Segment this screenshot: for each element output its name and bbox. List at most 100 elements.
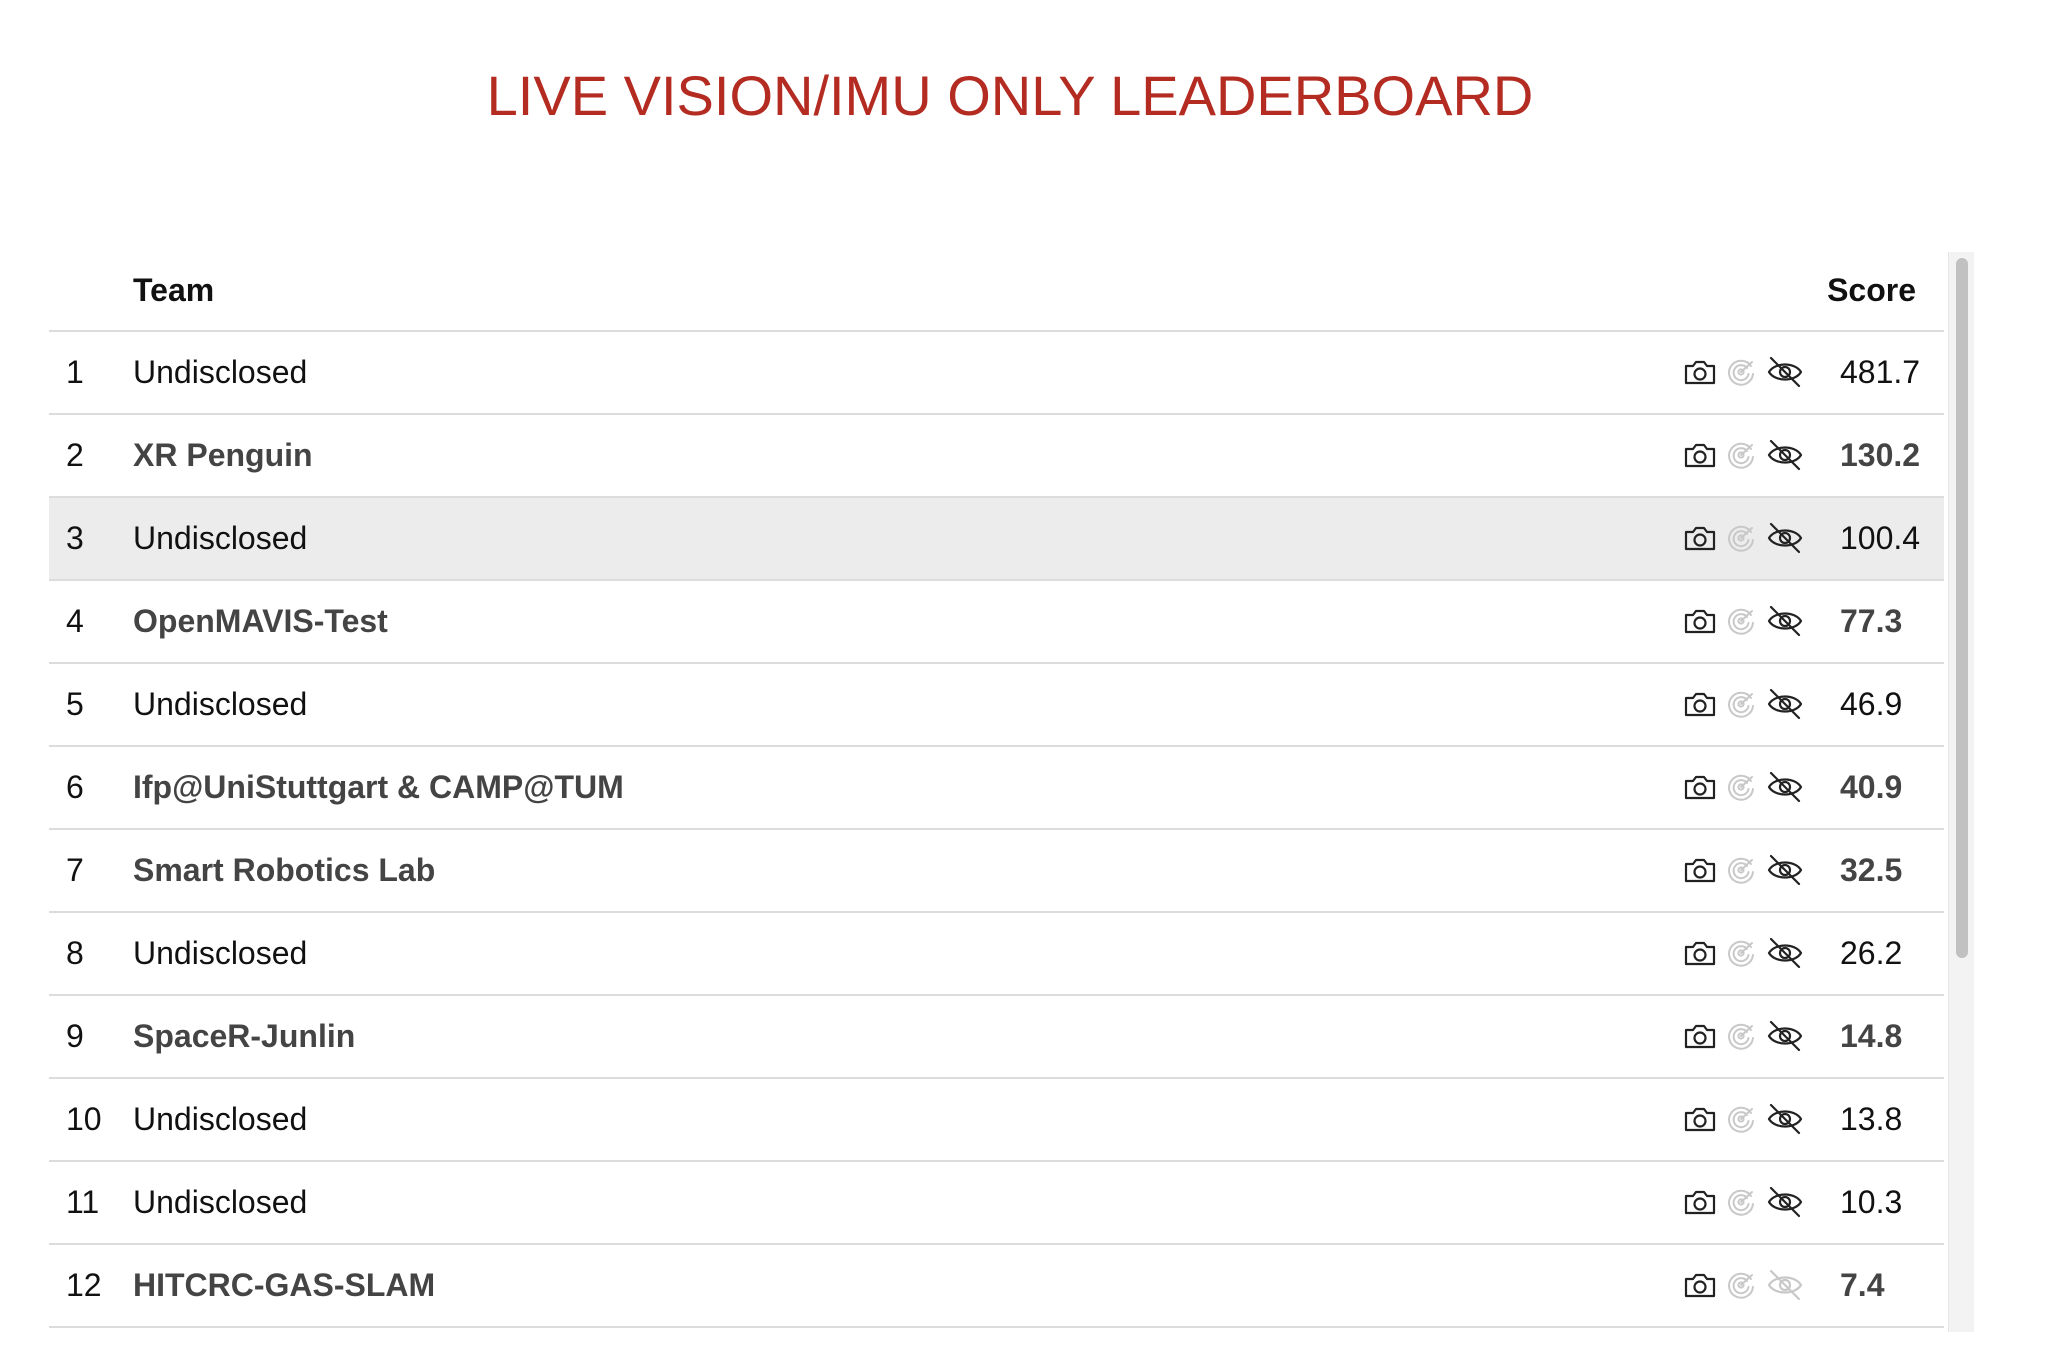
sensor-icons bbox=[1683, 1184, 1813, 1220]
rank-cell: 8 bbox=[66, 935, 84, 971]
camera-icon bbox=[1683, 689, 1717, 719]
sensor-icons bbox=[1683, 852, 1813, 888]
camera-icon bbox=[1683, 1270, 1717, 1300]
eye-off-icon bbox=[1765, 604, 1805, 638]
sensor-icons bbox=[1683, 1018, 1813, 1054]
page-title: LIVE VISION/IMU ONLY LEADERBOARD bbox=[486, 64, 1534, 127]
team-name-cell[interactable]: OpenMAVIS-Test bbox=[133, 603, 388, 640]
rank-cell: 12 bbox=[66, 1267, 102, 1303]
score-cell: 10.3 bbox=[1840, 1184, 1903, 1220]
rank-cell: 3 bbox=[66, 520, 84, 556]
eye-off-icon bbox=[1765, 687, 1805, 721]
sensor-icons bbox=[1683, 686, 1813, 722]
sensor-icons bbox=[1683, 1101, 1813, 1137]
imu-sensor-icon bbox=[1725, 937, 1757, 969]
team-name-cell[interactable]: Smart Robotics Lab bbox=[133, 852, 435, 889]
imu-sensor-icon bbox=[1725, 1269, 1757, 1301]
table-row[interactable]: 5 Undisclosed 46.9 bbox=[49, 664, 1944, 747]
eye-off-icon bbox=[1765, 1102, 1805, 1136]
eye-off-icon bbox=[1765, 355, 1805, 389]
rank-cell: 9 bbox=[66, 1018, 84, 1054]
imu-sensor-icon bbox=[1725, 605, 1757, 637]
camera-icon bbox=[1683, 938, 1717, 968]
table-row[interactable]: 11 Undisclosed 10.3 bbox=[49, 1162, 1944, 1245]
sensor-icons bbox=[1683, 935, 1813, 971]
camera-icon bbox=[1683, 855, 1717, 885]
scrollbar[interactable] bbox=[1948, 252, 1974, 1332]
table-row[interactable]: 2 XR Penguin 130.2 bbox=[49, 415, 1944, 498]
team-name-cell[interactable]: SpaceR-Junlin bbox=[133, 1018, 355, 1055]
rank-cell: 10 bbox=[66, 1101, 102, 1137]
imu-sensor-icon bbox=[1725, 356, 1757, 388]
sensor-icons bbox=[1683, 769, 1813, 805]
camera-icon bbox=[1683, 1104, 1717, 1134]
rank-cell: 2 bbox=[66, 437, 84, 473]
team-name-cell: Undisclosed bbox=[133, 1184, 308, 1220]
team-name-cell: Undisclosed bbox=[133, 520, 308, 556]
team-name-cell: Undisclosed bbox=[133, 935, 308, 971]
team-name-cell[interactable]: Ifp@UniStuttgart & CAMP@TUM bbox=[133, 769, 624, 806]
imu-sensor-icon bbox=[1725, 1020, 1757, 1052]
rank-cell: 7 bbox=[66, 852, 84, 888]
rank-cell: 4 bbox=[66, 603, 84, 639]
score-cell: 14.8 bbox=[1840, 1018, 1903, 1054]
team-name-cell: Undisclosed bbox=[133, 1101, 308, 1137]
table-row[interactable]: 12 HITCRC-GAS-SLAM 7.4 bbox=[49, 1245, 1944, 1328]
score-cell: 130.2 bbox=[1840, 437, 1921, 473]
table-body: 1 Undisclosed 481.7 2 XR Penguin 130.2 3 Undisc… bbox=[49, 332, 1944, 1328]
camera-icon bbox=[1683, 523, 1717, 553]
eye-off-icon bbox=[1765, 1019, 1805, 1053]
camera-icon bbox=[1683, 440, 1717, 470]
table-row[interactable]: 6 Ifp@UniStuttgart & CAMP@TUM 40.9 bbox=[49, 747, 1944, 830]
rank-cell: 6 bbox=[66, 769, 84, 805]
eye-off-icon bbox=[1765, 438, 1805, 472]
imu-sensor-icon bbox=[1725, 688, 1757, 720]
team-name-cell[interactable]: XR Penguin bbox=[133, 437, 313, 474]
sensor-icons bbox=[1683, 603, 1813, 639]
table-row[interactable]: 3 Undisclosed 100.4 bbox=[49, 498, 1944, 581]
imu-sensor-icon bbox=[1725, 522, 1757, 554]
imu-sensor-icon bbox=[1725, 1186, 1757, 1218]
rank-cell: 1 bbox=[66, 354, 84, 390]
score-cell: 40.9 bbox=[1840, 769, 1903, 805]
scrollbar-thumb[interactable] bbox=[1956, 258, 1968, 958]
score-cell: 100.4 bbox=[1840, 520, 1921, 556]
leaderboard-table: Team Score 1 Undisclosed 481.7 2 XR Penguin 1… bbox=[49, 252, 1974, 1332]
rank-cell: 11 bbox=[66, 1184, 100, 1220]
table-row[interactable]: 4 OpenMAVIS-Test 77.3 bbox=[49, 581, 1944, 664]
score-cell: 26.2 bbox=[1840, 935, 1903, 971]
sensor-icons bbox=[1683, 437, 1813, 473]
score-cell: 46.9 bbox=[1840, 686, 1903, 722]
table-row[interactable]: 8 Undisclosed 26.2 bbox=[49, 913, 1944, 996]
sensor-icons bbox=[1683, 520, 1813, 556]
table-header: Team Score bbox=[49, 252, 1944, 332]
table-row[interactable]: 7 Smart Robotics Lab 32.5 bbox=[49, 830, 1944, 913]
camera-icon bbox=[1683, 1021, 1717, 1051]
rank-cell: 5 bbox=[66, 686, 84, 722]
imu-sensor-icon bbox=[1725, 854, 1757, 886]
score-cell: 481.7 bbox=[1840, 354, 1921, 390]
imu-sensor-icon bbox=[1725, 1103, 1757, 1135]
score-column-header[interactable]: Score bbox=[1827, 272, 1916, 309]
camera-icon bbox=[1683, 606, 1717, 636]
score-cell: 77.3 bbox=[1840, 603, 1903, 639]
eye-off-icon bbox=[1765, 770, 1805, 804]
table-row[interactable]: 1 Undisclosed 481.7 bbox=[49, 332, 1944, 415]
team-name-cell[interactable]: HITCRC-GAS-SLAM bbox=[133, 1267, 435, 1304]
eye-off-icon bbox=[1765, 1185, 1805, 1219]
team-column-header[interactable]: Team bbox=[133, 272, 214, 309]
imu-sensor-icon bbox=[1725, 771, 1757, 803]
team-name-cell: Undisclosed bbox=[133, 354, 308, 390]
camera-icon bbox=[1683, 772, 1717, 802]
imu-sensor-icon bbox=[1725, 439, 1757, 471]
score-cell: 13.8 bbox=[1840, 1101, 1903, 1137]
sensor-icons bbox=[1683, 1267, 1813, 1303]
table-row[interactable]: 10 Undisclosed 13.8 bbox=[49, 1079, 1944, 1162]
table-row[interactable]: 9 SpaceR-Junlin 14.8 bbox=[49, 996, 1944, 1079]
eye-off-icon bbox=[1765, 936, 1805, 970]
sensor-icons bbox=[1683, 354, 1813, 390]
score-cell: 7.4 bbox=[1840, 1267, 1885, 1303]
team-name-cell: Undisclosed bbox=[133, 686, 308, 722]
eye-off-icon bbox=[1765, 853, 1805, 887]
eye-off-icon bbox=[1765, 1268, 1805, 1302]
